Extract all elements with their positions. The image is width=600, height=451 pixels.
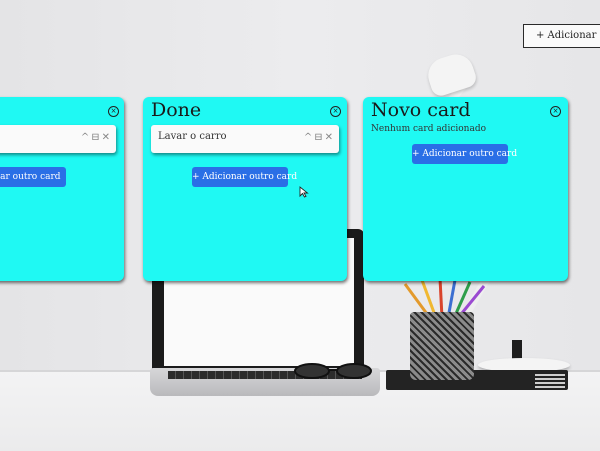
add-another-card-button[interactable]: + Adicionar outro card — [192, 167, 297, 187]
column-done: Done × Lavar o carro ^ ⊟ ✕ + Adicionar out… — [143, 97, 347, 281]
add-button-label: + Adicionar outro card — [0, 172, 61, 182]
close-x-icon[interactable]: ✕ — [102, 132, 110, 143]
column-novo-card: Novo card × Nenhum card adicionado + Adi… — [363, 97, 568, 281]
collapse-icon[interactable]: ⊟ — [91, 132, 99, 143]
circle-x-icon[interactable]: × — [550, 106, 561, 117]
empty-column-message: Nenhum card adicionado — [371, 124, 487, 134]
circle-x-icon[interactable]: × — [330, 106, 341, 117]
task-text: Lavar o carro — [158, 131, 227, 142]
add-card-button[interactable]: + Adicionar Card — [523, 24, 600, 48]
notebook-spiral — [535, 372, 565, 388]
column-title: Done — [151, 99, 202, 121]
task-controls: ^ ⊟ ✕ — [302, 132, 333, 143]
close-x-icon[interactable]: ✕ — [325, 132, 333, 143]
chevron-up-icon[interactable]: ^ — [81, 132, 89, 143]
chevron-up-icon[interactable]: ^ — [304, 132, 312, 143]
column-title: Novo card — [371, 99, 471, 121]
task-card[interactable]: ^ ⊟ ✕ — [0, 125, 116, 153]
mouse-cursor-icon — [299, 186, 309, 198]
circle-x-icon[interactable]: × — [108, 106, 119, 117]
pencil-cup — [410, 312, 474, 380]
task-card[interactable]: Lavar o carro ^ ⊟ ✕ — [151, 125, 339, 153]
column-1: × ^⊟✕ + Adicionar outro card — [0, 97, 124, 281]
task-controls: ^ ⊟ ✕ — [79, 132, 110, 143]
add-another-card-button[interactable]: + Adicionar outro card — [0, 167, 66, 187]
collapse-icon[interactable]: ⊟ — [314, 132, 322, 143]
add-another-card-button[interactable]: + Adicionar outro card — [412, 144, 517, 164]
glasses-icon — [294, 363, 372, 379]
